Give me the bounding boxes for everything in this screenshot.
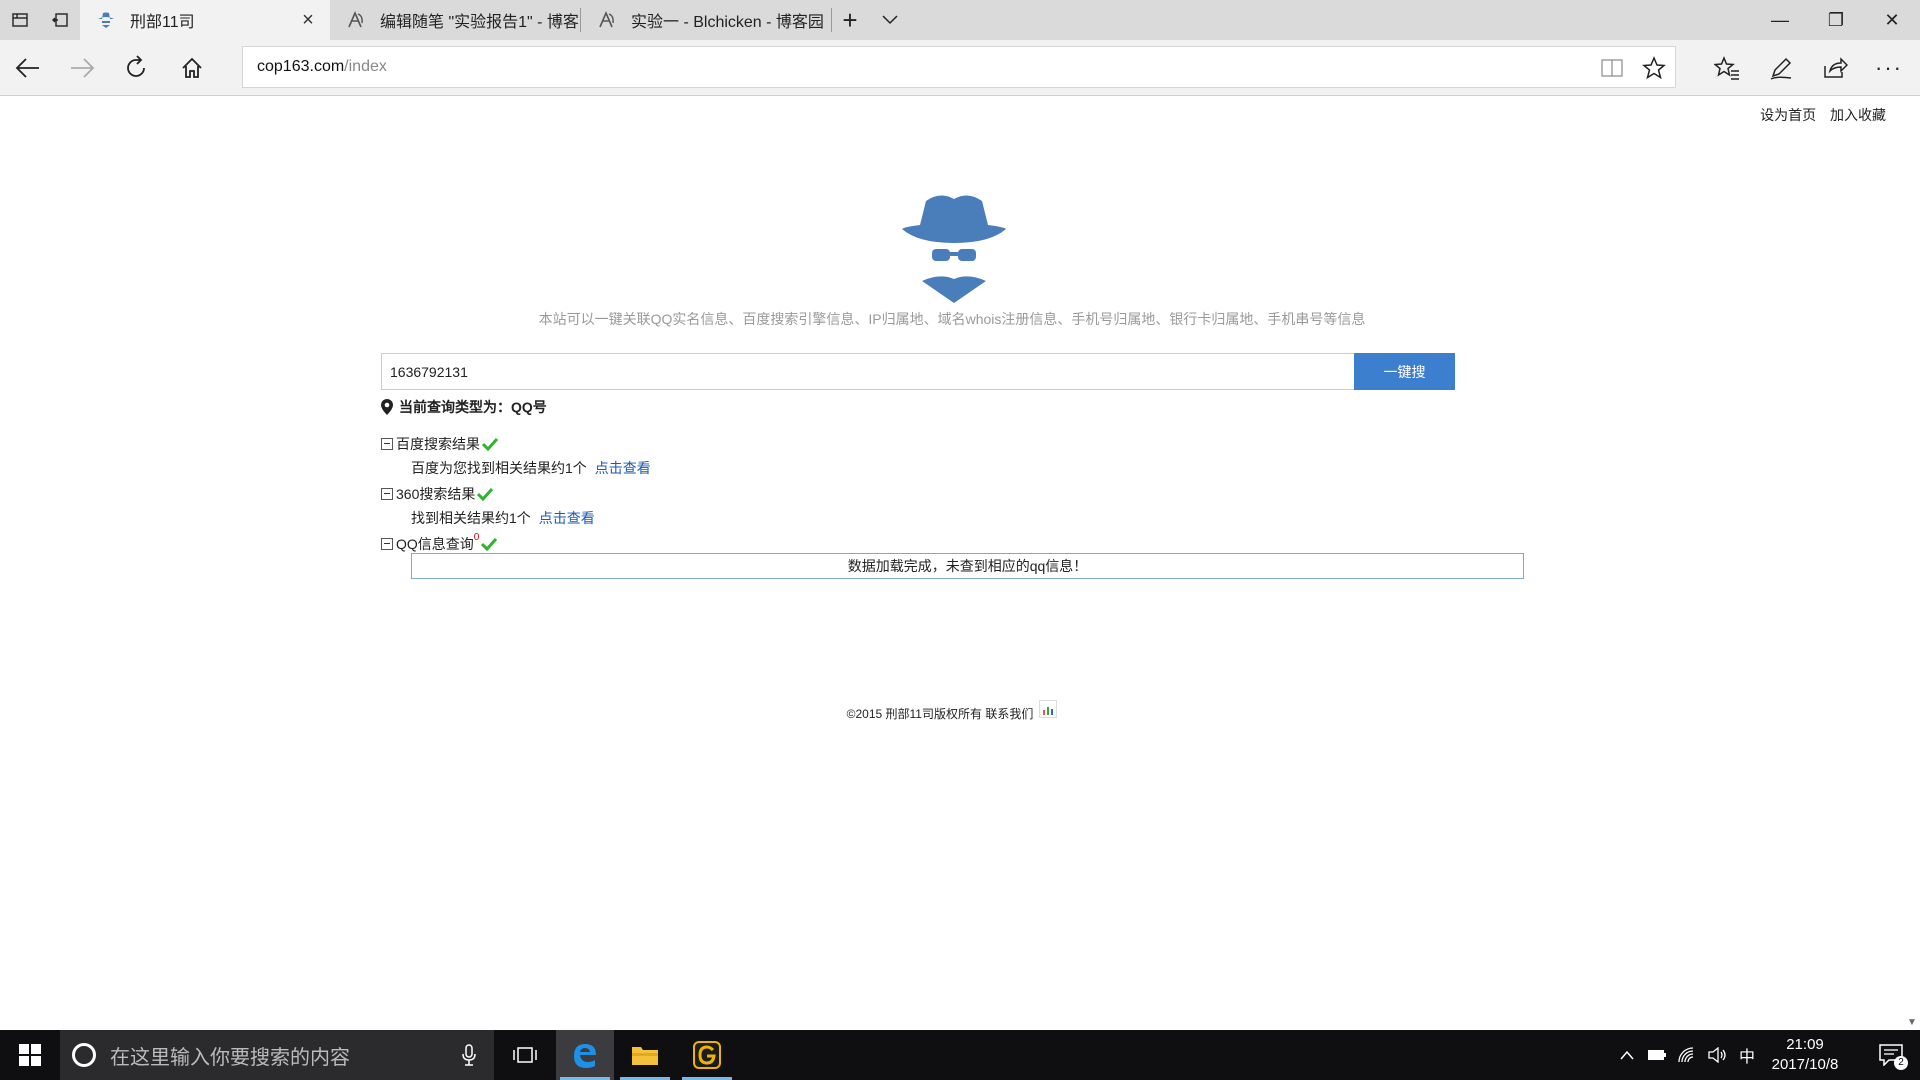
collapse-toggle-icon[interactable] xyxy=(381,488,393,500)
edge-browser-icon[interactable] xyxy=(556,1030,614,1080)
action-center-icon[interactable]: 2 xyxy=(1862,1030,1920,1080)
favorite-star-icon[interactable] xyxy=(1641,55,1667,81)
taskbar-search-box[interactable]: 在这里输入你要搜索的内容 xyxy=(60,1030,494,1080)
set-tabs-aside-icon[interactable] xyxy=(40,0,80,40)
clock-time: 21:09 xyxy=(1786,1036,1824,1053)
search-input[interactable] xyxy=(381,353,1355,390)
query-type-label: 当前查询类型为：QQ号 xyxy=(399,399,547,415)
taskbar-search-placeholder: 在这里输入你要搜索的内容 xyxy=(110,1046,350,1069)
tab-xingbu[interactable]: 刑部11司 × xyxy=(80,0,330,40)
stats-badge-icon[interactable] xyxy=(1039,700,1058,718)
reading-view-icon[interactable] xyxy=(1599,55,1625,81)
app-g-icon[interactable] xyxy=(678,1030,736,1080)
address-host: cop163.com xyxy=(257,58,345,75)
footer: ©2015 刑部11司版权所有 联系我们 xyxy=(0,700,1904,722)
taskbar: 在这里输入你要搜索的内容 中 21:09 2017/10/8 2 xyxy=(0,1030,1920,1080)
cnblogs-favicon-icon xyxy=(344,8,368,32)
volume-icon[interactable] xyxy=(1704,1030,1730,1080)
close-button[interactable]: ✕ xyxy=(1864,0,1920,40)
file-explorer-icon[interactable] xyxy=(616,1030,674,1080)
cortana-icon xyxy=(72,1043,96,1067)
system-clock[interactable]: 21:09 2017/10/8 xyxy=(1760,1030,1850,1080)
home-icon[interactable] xyxy=(172,48,212,88)
minimize-button[interactable]: — xyxy=(1752,0,1808,40)
tab-close-icon[interactable]: × xyxy=(296,8,320,32)
restore-button[interactable]: ❐ xyxy=(1808,0,1864,40)
collapse-toggle-icon[interactable] xyxy=(381,538,393,550)
notification-count-badge: 2 xyxy=(1894,1056,1908,1070)
share-icon[interactable] xyxy=(1815,48,1855,88)
back-arrow-icon[interactable] xyxy=(8,48,48,88)
forward-arrow-icon[interactable] xyxy=(62,48,102,88)
result-summary: 找到相关结果约1个 xyxy=(411,510,531,526)
checkmark-icon xyxy=(477,487,494,501)
result-title: 百度搜索结果 xyxy=(396,436,480,452)
battery-icon[interactable] xyxy=(1644,1030,1670,1080)
navigation-bar: cop163.com/index ··· xyxy=(0,40,1920,96)
tab-edit-post[interactable]: 编辑随笔 "实验报告1" - 博客 xyxy=(330,0,580,40)
tab-bar: 刑部11司 × 编辑随笔 "实验报告1" - 博客 实验一 - Blchicke… xyxy=(0,0,1920,40)
scroll-down-arrow-icon[interactable]: ▼ xyxy=(1907,1017,1917,1028)
task-view-icon[interactable] xyxy=(496,1030,554,1080)
qq-result-header[interactable]: QQ信息查询 0 xyxy=(381,531,498,554)
tab-set-aside-icon[interactable] xyxy=(0,0,40,40)
qq-info-message: 数据加载完成，未查到相应的qq信息！ xyxy=(411,553,1524,579)
result-title: QQ信息查询 xyxy=(396,536,474,552)
refresh-icon[interactable] xyxy=(116,48,156,88)
address-bar[interactable]: cop163.com/index xyxy=(242,46,1676,88)
tab-title: 刑部11司 xyxy=(130,14,195,31)
search-button[interactable]: 一键搜 xyxy=(1354,353,1455,390)
map-pin-icon xyxy=(381,399,393,415)
checkmark-icon xyxy=(481,537,498,551)
web-page: 设为首页 加入收藏 本站可以一键关联QQ实名信息、百度搜索引擎信息、IP归属地、… xyxy=(0,97,1904,1030)
checkmark-icon xyxy=(482,437,498,451)
spy-favicon-icon xyxy=(94,8,118,32)
360-result-header[interactable]: 360搜索结果 xyxy=(381,484,494,504)
more-menu-icon[interactable]: ··· xyxy=(1869,48,1909,88)
contact-link[interactable]: 联系我们 xyxy=(985,705,1033,722)
set-homepage-link[interactable]: 设为首页 xyxy=(1760,107,1816,123)
search-row: 一键搜 xyxy=(381,353,1455,390)
result-title: 360搜索结果 xyxy=(396,486,476,502)
address-path: /index xyxy=(344,58,387,75)
input-method-indicator[interactable]: 中 xyxy=(1734,1030,1760,1080)
show-hidden-icons-chevron-icon[interactable] xyxy=(1614,1030,1640,1080)
tab-title: 实验一 - Blchicken - 博客园 xyxy=(631,14,824,31)
query-type: 当前查询类型为：QQ号 xyxy=(381,397,547,417)
clock-date: 2017/10/8 xyxy=(1771,1056,1839,1073)
360-view-link[interactable]: 点击查看 xyxy=(539,510,595,526)
page-scrollbar[interactable]: ▼ xyxy=(1904,97,1920,1030)
result-summary: 百度为您找到相关结果约1个 xyxy=(411,460,587,476)
new-tab-button[interactable]: + xyxy=(830,0,870,40)
baidu-result-header[interactable]: 百度搜索结果 xyxy=(381,434,498,454)
intro-text: 本站可以一键关联QQ实名信息、百度搜索引擎信息、IP归属地、域名whois注册信… xyxy=(538,311,1366,327)
web-note-pen-icon[interactable] xyxy=(1761,48,1801,88)
copyright-text: ©2015 刑部11司版权所有 xyxy=(846,706,982,721)
360-result-body: 找到相关结果约1个 点击查看 xyxy=(411,508,595,528)
wifi-icon[interactable] xyxy=(1674,1030,1700,1080)
collapse-toggle-icon[interactable] xyxy=(381,438,393,450)
tab-experiment[interactable]: 实验一 - Blchicken - 博客园 xyxy=(581,0,831,40)
cnblogs-favicon-icon xyxy=(595,8,619,32)
favorites-hub-icon[interactable] xyxy=(1707,48,1747,88)
result-superscript: 0 xyxy=(473,531,480,543)
address-url[interactable]: cop163.com/index xyxy=(257,47,387,87)
baidu-result-body: 百度为您找到相关结果约1个 点击查看 xyxy=(411,458,651,478)
microphone-icon[interactable] xyxy=(462,1044,476,1066)
windows-start-icon[interactable] xyxy=(0,1030,60,1080)
add-favorite-link[interactable]: 加入收藏 xyxy=(1830,107,1886,123)
spy-logo-icon xyxy=(902,195,1006,303)
top-links: 设为首页 加入收藏 xyxy=(1750,105,1886,125)
baidu-view-link[interactable]: 点击查看 xyxy=(595,460,651,476)
tab-list-chevron-icon[interactable] xyxy=(870,0,910,40)
tab-title: 编辑随笔 "实验报告1" - 博客 xyxy=(380,14,579,31)
